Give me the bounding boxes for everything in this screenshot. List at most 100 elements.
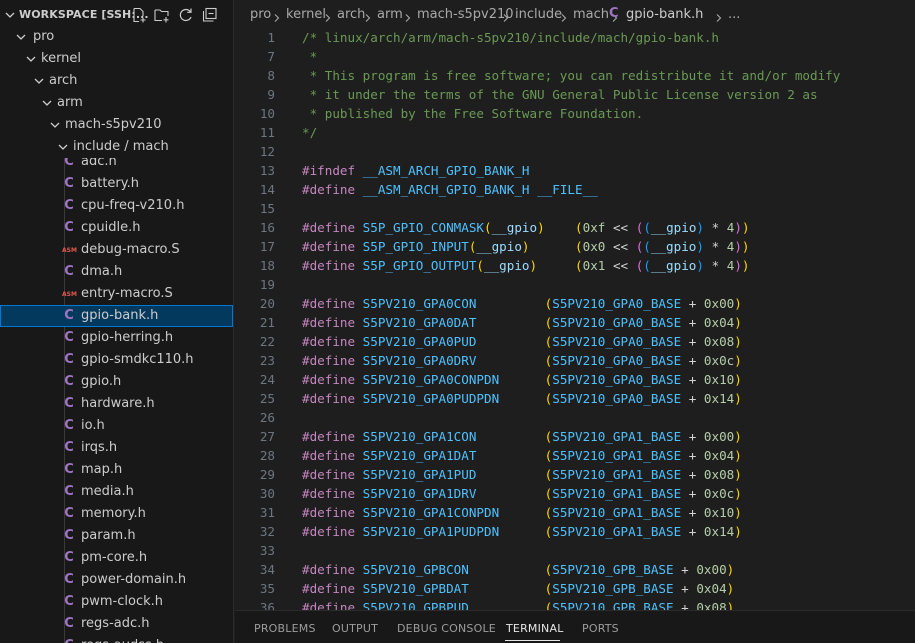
tree-file[interactable]: Cpm-core.h: [0, 547, 233, 569]
chevron-down-icon[interactable]: [3, 7, 17, 21]
breadcrumb: pro kernel arch arm mach-s5pv210 include mach C…: [235, 0, 915, 28]
new-folder-icon[interactable]: [153, 6, 171, 24]
code-line: 32 #define S5PV210_GPA1PUDPDN (S5PV210_GP…: [235, 522, 915, 541]
tree-folder[interactable]: include / mach: [0, 136, 233, 158]
line-number: 21: [259, 315, 275, 330]
code-line: 33: [235, 541, 915, 560]
tree-file[interactable]: Cmedia.h: [0, 481, 233, 503]
tree-file[interactable]: Cio.h: [0, 415, 233, 437]
tree-file[interactable]: Cgpio-herring.h: [0, 327, 233, 349]
line-number: 24: [259, 372, 275, 387]
code-line: 18 #define S5P_GPIO_OUTPUT(__gpio) (0x1 <…: [235, 256, 915, 275]
chevron-down-icon[interactable]: [32, 74, 46, 88]
tree-file[interactable]: Cpwm-clock.h: [0, 591, 233, 613]
code-line: 14 #define __ASM_ARCH_GPIO_BANK_H __FILE_…: [235, 180, 915, 199]
panel-tab-ports[interactable]: PORTS: [582, 622, 619, 635]
line-number: 1: [267, 30, 275, 45]
tree-folder[interactable]: arm: [0, 92, 233, 114]
tree-folder[interactable]: arch: [0, 70, 233, 92]
tree-file[interactable]: Cregs-audss.h: [0, 635, 233, 643]
tree-file[interactable]: ASM debug-macro.S: [0, 239, 233, 261]
chevron-right-icon: [324, 11, 332, 22]
chevron-down-icon[interactable]: [24, 52, 38, 66]
tree-file[interactable]: Cbattery.h: [0, 173, 233, 195]
tree-file[interactable]: Cmap.h: [0, 459, 233, 481]
new-file-icon[interactable]: [130, 6, 148, 24]
tree-file[interactable]: Chardware.h: [0, 393, 233, 415]
breadcrumb-item[interactable]: arch: [337, 7, 365, 22]
tree-item-label: pm-core.h: [81, 550, 148, 565]
breadcrumb-item[interactable]: kernel: [286, 7, 326, 22]
asm-file-icon: ASM: [62, 247, 77, 254]
code-text: * This program is free software; you can…: [302, 68, 841, 83]
asm-file-icon: ASM: [62, 291, 77, 298]
c-file-icon: C: [64, 484, 74, 499]
line-number: 20: [259, 296, 275, 311]
line-number: 17: [259, 239, 275, 254]
breadcrumb-item[interactable]: mach-s5pv210: [417, 7, 514, 22]
tree-file[interactable]: Cgpio.h: [0, 371, 233, 393]
panel-tab-terminal[interactable]: TERMINAL: [506, 622, 564, 635]
tree-folder[interactable]: pro: [0, 26, 233, 48]
tree-folder[interactable]: kernel: [0, 48, 233, 70]
tree-file[interactable]: Cirqs.h: [0, 437, 233, 459]
code-line: 29 #define S5PV210_GPA1PUD (S5PV210_GPA1_…: [235, 465, 915, 484]
breadcrumb-item[interactable]: pro: [250, 7, 271, 22]
collapse-all-icon[interactable]: [201, 6, 219, 24]
line-number: 9: [267, 87, 275, 102]
tree-folder[interactable]: mach-s5pv210: [0, 114, 233, 136]
code-text: #define S5PV210_GPA0PUDPDN (S5PV210_GPA0…: [302, 391, 742, 406]
tree-file[interactable]: Cregs-adc.h: [0, 613, 233, 635]
chevron-down-icon[interactable]: [48, 118, 62, 132]
line-number: 36: [259, 600, 275, 610]
tree-item-label: gpio-smdkc110.h: [81, 352, 194, 367]
chevron-down-icon[interactable]: [14, 30, 28, 44]
panel-tab-output[interactable]: OUTPUT: [332, 622, 378, 635]
tree-item-label: gpio-herring.h: [81, 330, 174, 345]
tree-file[interactable]: Cparam.h: [0, 525, 233, 547]
code-line: 17 #define S5P_GPIO_INPUT(__gpio) (0x0 <<…: [235, 237, 915, 256]
c-file-icon: C: [64, 418, 74, 433]
tree-file[interactable]: Cdma.h: [0, 261, 233, 283]
breadcrumb-item[interactable]: mach: [573, 7, 609, 22]
tree-file[interactable]: Cgpio-smdkc110.h: [0, 349, 233, 371]
code-line: 15: [235, 199, 915, 218]
tree-item-label: entry-macro.S: [81, 286, 173, 301]
tree-file[interactable]: Cmemory.h: [0, 503, 233, 525]
panel-tab-debug-console[interactable]: DEBUG CONSOLE: [397, 622, 496, 635]
code-text: #define S5PV210_GPA1PUDPDN (S5PV210_GPA1…: [302, 524, 742, 539]
tree-file[interactable]: Cpower-domain.h: [0, 569, 233, 591]
code-line: 8 * This program is free software; you c…: [235, 66, 915, 85]
panel-tab-problems[interactable]: PROBLEMS: [254, 622, 316, 635]
c-file-icon: C: [64, 462, 74, 477]
tree-item-label: power-domain.h: [81, 572, 187, 587]
breadcrumb-item[interactable]: arm: [377, 7, 403, 22]
tree-file[interactable]: Cgpio-bank.h: [0, 305, 233, 327]
chevron-right-icon: [273, 11, 281, 22]
c-file-icon: C: [64, 528, 74, 543]
tree-item-label: mach-s5pv210: [65, 117, 162, 132]
tree-file[interactable]: Ccpu-freq-v210.h: [0, 195, 233, 217]
refresh-icon[interactable]: [177, 6, 195, 24]
tree-item-label: arm: [57, 95, 83, 110]
c-file-icon: C: [64, 264, 74, 279]
code-text: #define __ASM_ARCH_GPIO_BANK_H __FILE__: [302, 182, 598, 197]
c-file-icon: C: [64, 506, 74, 521]
line-number: 29: [259, 467, 275, 482]
chevron-down-icon[interactable]: [56, 140, 70, 154]
tree-file[interactable]: ASM entry-macro.S: [0, 283, 233, 305]
line-number: 28: [259, 448, 275, 463]
c-file-icon: C: [64, 594, 74, 609]
tree-file[interactable]: Ccpuidle.h: [0, 217, 233, 239]
breadcrumb-item[interactable]: gpio-bank.h: [626, 7, 703, 22]
active-tab-indicator: [505, 640, 560, 641]
workspace-header[interactable]: WORKSPACE [SSH:...: [0, 4, 233, 26]
c-file-icon: C: [64, 374, 74, 389]
chevron-down-icon[interactable]: [40, 96, 54, 110]
code-line: 11 */: [235, 123, 915, 142]
breadcrumb-item[interactable]: include: [515, 7, 562, 22]
breadcrumb-symbols[interactable]: ...: [728, 7, 740, 22]
c-file-icon: C: [64, 176, 74, 191]
tree-item-label: param.h: [81, 528, 136, 543]
line-number: 31: [259, 505, 275, 520]
